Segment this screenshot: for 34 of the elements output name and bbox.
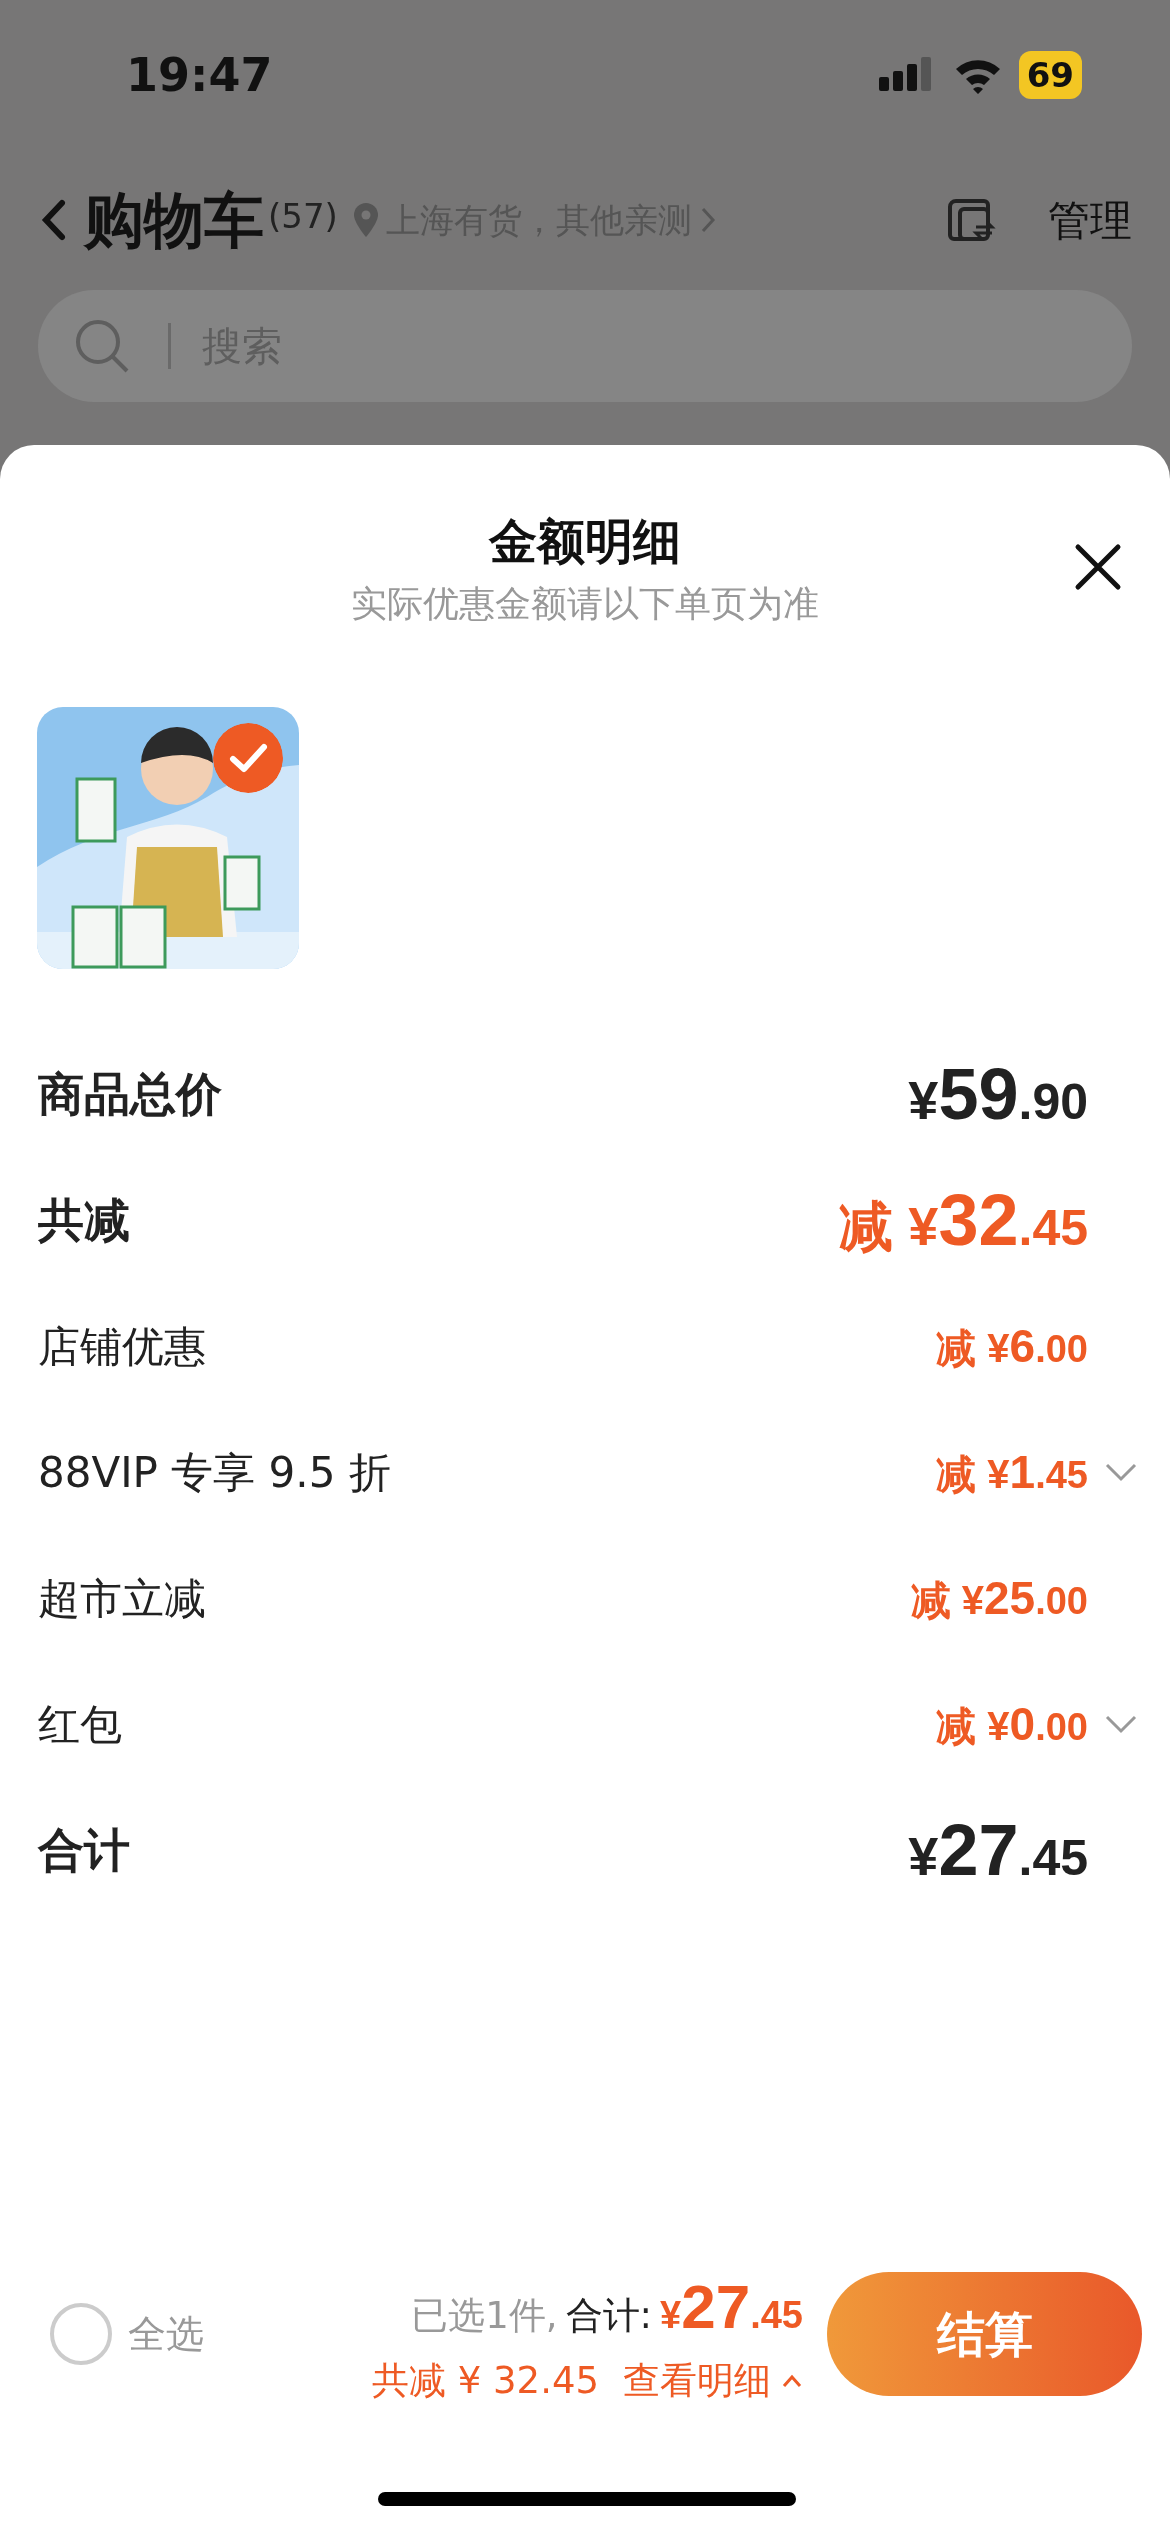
row-label: 合计	[38, 1821, 130, 1879]
page-title: 购物车	[84, 184, 264, 257]
row-label: 商品总价	[38, 1065, 222, 1123]
price-text: 减 ¥6.00	[936, 1318, 1088, 1374]
price-text: 减 ¥32.45	[839, 1179, 1088, 1262]
price-text: 减 ¥1.45	[936, 1444, 1088, 1500]
price-text: 减 ¥0.00	[936, 1696, 1088, 1752]
price-text: ¥27.45	[660, 2271, 803, 2343]
close-button[interactable]	[1074, 543, 1122, 591]
price-text: ¥27.45	[908, 1809, 1088, 1892]
manage-link[interactable]: 管理	[1048, 188, 1132, 252]
row-label: 超市立减	[38, 1572, 206, 1625]
check-icon[interactable]	[213, 723, 283, 793]
price-text: 减 ¥25.00	[910, 1570, 1088, 1626]
row-label: 店铺优惠	[38, 1320, 206, 1373]
chevron-down-icon[interactable]	[1104, 1462, 1138, 1482]
location-pin-icon	[353, 203, 378, 237]
row-label: 红包	[38, 1698, 122, 1751]
sheet-subtitle: 实际优惠金额请以下单页为准	[351, 582, 819, 626]
status-time: 19:47	[126, 46, 273, 104]
savings-text: 共减 ¥ 32.45	[372, 2358, 599, 2404]
sheet-title: 金额明细	[489, 512, 681, 571]
chevron-down-icon[interactable]	[1104, 1714, 1138, 1734]
caret-up-icon[interactable]	[781, 2372, 803, 2389]
battery-level: 69	[1018, 51, 1082, 99]
price-text: ¥59.90	[908, 1053, 1088, 1136]
checkout-button[interactable]: 结算	[827, 2272, 1142, 2397]
item-count: (57)	[268, 195, 338, 238]
row-label: 88VIP 专享 9.5 折	[38, 1446, 391, 1499]
details-link[interactable]: 查看明细	[623, 2353, 771, 2409]
selected-count: 已选1件,	[411, 2293, 558, 2339]
select-all-label: 全选	[128, 2310, 204, 2358]
total-label: 合计:	[565, 2293, 653, 2339]
row-label: 共减	[38, 1191, 130, 1249]
